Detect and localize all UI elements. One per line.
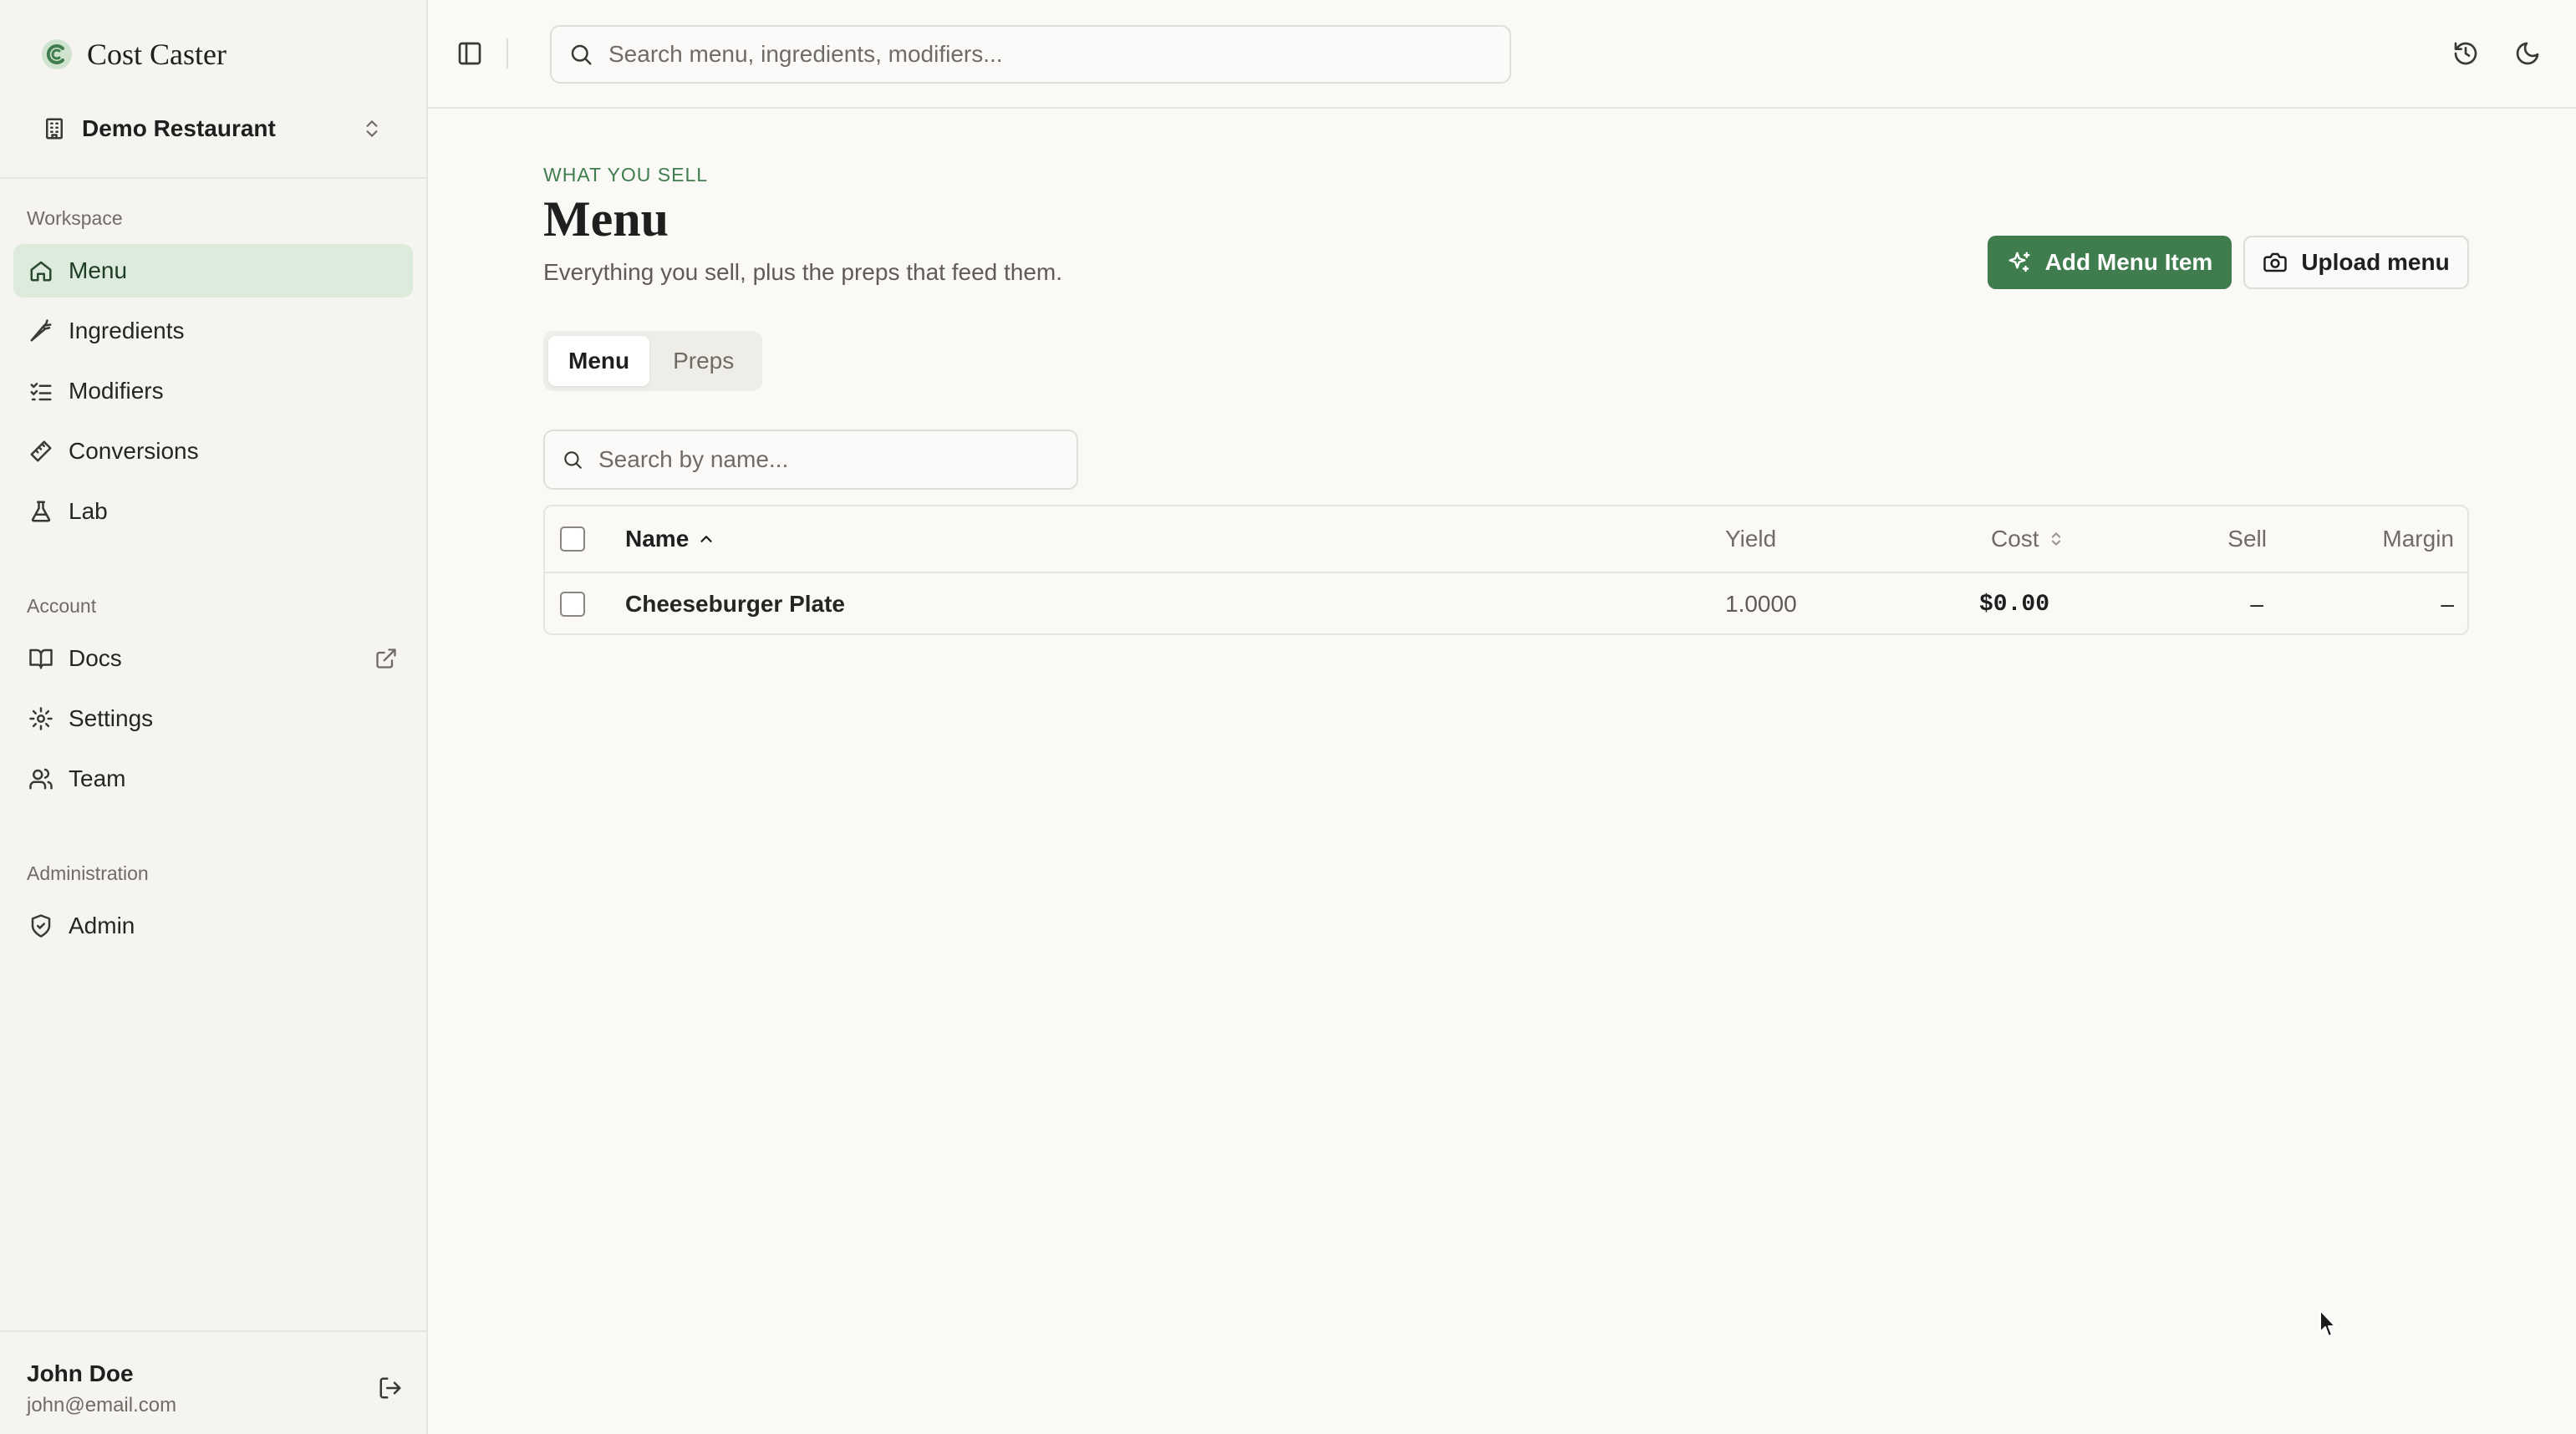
user-name: John Doe <box>27 1360 134 1386</box>
top-bar <box>428 0 2576 109</box>
list-checks-icon <box>28 379 53 404</box>
sidebar-item-label: Ingredients <box>69 318 185 343</box>
building-icon <box>42 116 67 141</box>
column-header-yield: Yield <box>1725 526 1777 552</box>
workspace-name: Demo Restaurant <box>82 115 276 141</box>
sidebar-item-label: Conversions <box>69 438 199 464</box>
sidebar: Cost Caster Demo Restaurant Workspace Me… <box>0 0 428 1434</box>
cell-name[interactable]: Cheeseburger Plate <box>625 573 845 635</box>
sidebar-item-settings[interactable]: Settings <box>13 692 413 745</box>
logout-icon[interactable] <box>378 1376 403 1401</box>
select-all-cell <box>560 506 585 572</box>
section-label-administration: Administration <box>27 862 149 884</box>
sidebar-item-label: Admin <box>69 913 135 938</box>
sidebar-item-modifiers[interactable]: Modifiers <box>13 364 413 418</box>
sidebar-item-conversions[interactable]: Conversions <box>13 425 413 478</box>
row-select-cell <box>560 573 585 635</box>
camera-icon <box>2263 250 2288 275</box>
section-label-workspace: Workspace <box>27 207 123 229</box>
sidebar-item-team[interactable]: Team <box>13 752 413 806</box>
users-icon <box>28 766 53 791</box>
column-header-label: Name <box>625 526 690 552</box>
workspace-switcher[interactable]: Demo Restaurant <box>25 104 400 154</box>
cell-cost: $0.00 <box>1978 591 2049 618</box>
page-subtitle: Everything you sell, plus the preps that… <box>543 259 1063 285</box>
global-search[interactable] <box>550 25 1511 84</box>
menu-items-table: Name Yield Cost Sell Margin Cheeseburger… <box>543 505 2469 635</box>
cell-margin: – <box>2441 591 2454 617</box>
sort-icon <box>2048 531 2064 547</box>
upload-menu-button[interactable]: Upload menu <box>2243 236 2469 289</box>
sparkles-icon <box>2007 250 2032 275</box>
table-row[interactable]: Cheeseburger Plate 1.0000 $0.00 – – <box>545 573 2467 635</box>
history-icon[interactable] <box>2452 40 2479 67</box>
column-header-name[interactable]: Name <box>625 506 715 572</box>
add-menu-item-button[interactable]: Add Menu Item <box>1988 236 2232 289</box>
sidebar-item-label: Lab <box>69 498 108 524</box>
user-profile: John Doe john@email.com <box>27 1359 403 1426</box>
sidebar-item-lab[interactable]: Lab <box>13 485 413 538</box>
user-email: john@email.com <box>27 1394 177 1416</box>
sidebar-item-label: Settings <box>69 705 154 731</box>
column-header-margin: Margin <box>2382 526 2454 552</box>
column-header-label: Cost <box>1991 526 2039 552</box>
chevron-up-icon <box>697 530 715 548</box>
table-header: Name Yield Cost Sell Margin <box>545 506 2467 573</box>
column-header-sell: Sell <box>2227 526 2267 552</box>
upload-menu-label: Upload menu <box>2301 249 2450 275</box>
sidebar-item-label: Team <box>69 765 126 791</box>
row-checkbox[interactable] <box>560 592 585 617</box>
gear-icon <box>28 706 53 731</box>
page-eyebrow: WHAT YOU SELL <box>543 164 709 186</box>
column-header-cost[interactable]: Cost <box>1991 506 2064 572</box>
moon-icon[interactable] <box>2514 40 2541 67</box>
cell-sell: – <box>2250 591 2263 617</box>
sidebar-divider <box>0 1330 426 1332</box>
book-icon <box>28 646 53 671</box>
brand-name: Cost Caster <box>87 38 227 71</box>
search-icon <box>568 42 593 67</box>
tab-preps[interactable]: Preps <box>653 336 754 386</box>
brand[interactable]: Cost Caster <box>40 33 227 75</box>
topbar-divider <box>507 38 508 69</box>
view-tabs: Menu Preps <box>543 331 762 391</box>
home-icon <box>28 258 53 283</box>
shield-check-icon <box>28 913 53 938</box>
main-content: WHAT YOU SELL Menu Everything you sell, … <box>428 0 2576 1434</box>
global-search-input[interactable] <box>608 41 1493 68</box>
tab-menu[interactable]: Menu <box>548 336 650 386</box>
search-icon <box>562 449 583 470</box>
page-title: Menu <box>543 191 669 247</box>
sidebar-item-ingredients[interactable]: Ingredients <box>13 304 413 358</box>
cost-caster-logo-icon <box>40 38 74 71</box>
table-search-input[interactable] <box>598 446 1060 473</box>
sidebar-item-label: Modifiers <box>69 378 164 404</box>
sidebar-item-label: Menu <box>69 257 128 283</box>
sidebar-divider <box>0 177 426 179</box>
table-search[interactable] <box>543 430 1078 490</box>
chevrons-up-down-icon <box>361 118 383 140</box>
flask-icon <box>28 499 53 524</box>
ruler-icon <box>28 439 53 464</box>
sidebar-item-label: Docs <box>69 645 122 671</box>
external-link-icon <box>374 647 398 670</box>
app-window: Cost Caster Demo Restaurant Workspace Me… <box>0 0 2576 1434</box>
mouse-cursor-icon <box>2319 1309 2339 1343</box>
sidebar-item-docs[interactable]: Docs <box>13 632 413 685</box>
carrot-icon <box>28 318 53 343</box>
sidebar-toggle-icon[interactable] <box>456 40 483 67</box>
add-menu-item-label: Add Menu Item <box>2044 249 2213 275</box>
cell-yield: 1.0000 <box>1725 591 1797 617</box>
section-label-account: Account <box>27 595 97 617</box>
sidebar-item-admin[interactable]: Admin <box>13 899 413 953</box>
select-all-checkbox[interactable] <box>560 526 585 552</box>
sidebar-item-menu[interactable]: Menu <box>13 244 413 297</box>
